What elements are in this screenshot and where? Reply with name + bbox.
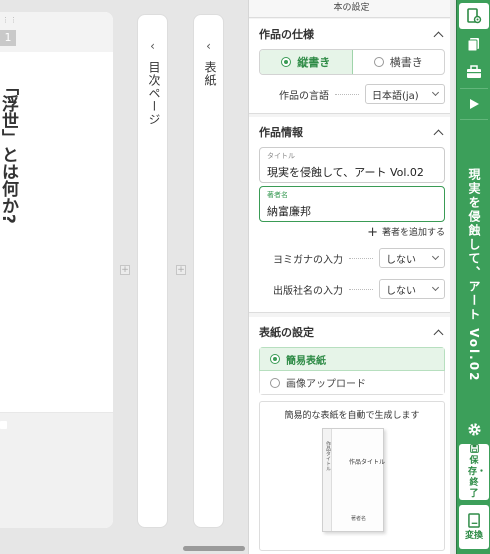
pages-button[interactable] xyxy=(459,32,489,56)
book-cover-title: 作品タイトル xyxy=(349,459,386,466)
radio-selected-icon xyxy=(281,57,292,67)
chevron-down-icon xyxy=(431,252,440,261)
chevron-left-icon[interactable]: ‹ xyxy=(194,39,223,53)
option-label: 簡易表紙 xyxy=(286,355,326,367)
plus-icon: + xyxy=(367,225,378,240)
language-select[interactable]: 日本語(ja) xyxy=(365,84,445,104)
toolbox-icon xyxy=(467,65,481,78)
settings-button[interactable] xyxy=(459,418,489,440)
furigana-row: ヨミガナの入力 しない xyxy=(259,244,445,272)
dotted-leader xyxy=(335,93,359,95)
section-title: 作品情報 xyxy=(259,126,303,139)
note-icon[interactable] xyxy=(0,421,7,429)
drag-handle-icon[interactable]: ⋮⋮ xyxy=(2,17,18,24)
book-settings-button[interactable] xyxy=(459,3,489,29)
panel-title: 本の設定 xyxy=(249,0,454,18)
chevron-down-icon xyxy=(431,88,440,97)
cover-preview: 簡易的な表紙を自動で生成します 作品タイトル 作品タイトル 著者名 xyxy=(259,401,445,551)
field-label: タイトル xyxy=(267,152,295,160)
book-cover-preview-image: 作品タイトル 作品タイトル 著者名 xyxy=(322,428,386,532)
section-title: 表紙の設定 xyxy=(259,326,314,339)
field-value: 納富廉邦 xyxy=(267,205,311,218)
title-field[interactable]: タイトル 現実を侵蝕して、アート Vol.02 xyxy=(259,147,445,183)
collapse-icon[interactable] xyxy=(433,129,444,139)
convert-book-icon xyxy=(467,512,480,528)
pages-icon xyxy=(467,37,479,51)
add-author-button[interactable]: + 著者を追加する xyxy=(259,222,445,244)
book-settings-icon xyxy=(467,8,482,24)
panel-scrollbar[interactable] xyxy=(450,0,454,554)
writing-direction-toggle: 縦書き 横書き xyxy=(259,49,445,75)
publisher-select[interactable]: しない xyxy=(379,279,445,299)
cover-section-header[interactable]: 表紙の設定 xyxy=(259,317,445,347)
preview-play-icon xyxy=(470,99,479,109)
dotted-leader xyxy=(349,257,373,259)
cover-caption: 簡易的な表紙を自動で生成します xyxy=(284,411,420,421)
book-title-vertical: 現実を侵蝕して、アート Vol.02 xyxy=(467,168,481,383)
option-label: 横書き xyxy=(389,56,423,69)
dotted-leader xyxy=(349,288,373,290)
save-exit-button[interactable]: 保存・終了 xyxy=(459,444,489,500)
radio-icon xyxy=(270,377,280,388)
cover-page-card[interactable]: ‹ 表紙 xyxy=(193,14,224,528)
radio-icon xyxy=(373,57,384,67)
page-number: 1 xyxy=(0,30,16,46)
cover-page-label: 表紙 xyxy=(203,61,217,87)
page-heading-text: 「浮世」とは何か? xyxy=(0,78,18,224)
book-settings-panel: 本の設定 作品の仕様 縦書き 横書き 作品の言語 日本語(ja) 作品情報 タイ… xyxy=(248,0,454,554)
page-header: ⋮⋮ 1 xyxy=(0,12,113,52)
chevron-down-icon xyxy=(431,283,440,292)
field-label: 著者名 xyxy=(267,191,288,199)
publisher-row: 出版社名の入力 しない xyxy=(259,274,445,304)
insert-page-button[interactable]: + xyxy=(176,265,186,275)
select-value: しない xyxy=(386,254,416,266)
book-cover-author: 著者名 xyxy=(351,516,367,522)
horizontal-writing-option[interactable]: 横書き xyxy=(353,50,445,74)
toc-page-label: 目次ページ xyxy=(147,61,161,126)
image-upload-option[interactable]: 画像アップロード xyxy=(259,371,445,395)
publisher-label: 出版社名の入力 xyxy=(273,285,343,297)
insert-page-button[interactable]: + xyxy=(120,265,130,275)
collapse-icon[interactable] xyxy=(433,329,444,339)
option-label: 縦書き xyxy=(297,56,331,69)
button-label: 著者を追加する xyxy=(381,228,445,238)
vertical-writing-option[interactable]: 縦書き xyxy=(260,50,353,74)
toolbar-divider xyxy=(460,88,488,89)
spec-section: 作品の仕様 縦書き 横書き 作品の言語 日本語(ja) xyxy=(249,19,454,114)
select-value: しない xyxy=(386,285,416,297)
radio-selected-icon xyxy=(270,354,280,364)
horizontal-scrollbar[interactable] xyxy=(183,546,245,551)
gear-icon xyxy=(467,422,481,436)
language-label: 作品の言語 xyxy=(279,90,329,102)
save-exit-label: 保存・終了 xyxy=(468,456,487,499)
cover-type-radio-group: 簡易表紙 画像アップロード xyxy=(259,347,445,395)
book-spine-title: 作品タイトル xyxy=(325,441,331,471)
save-icon xyxy=(469,444,479,453)
toolbox-button[interactable] xyxy=(459,60,489,84)
toolbar-divider xyxy=(460,119,488,120)
convert-button[interactable]: 変換 xyxy=(459,505,489,549)
book-info-section: 作品情報 タイトル 現実を侵蝕して、アート Vol.02 著者名 納富廉邦 + 著… xyxy=(249,117,454,313)
furigana-label: ヨミガナの入力 xyxy=(273,254,343,266)
chevron-left-icon[interactable]: ‹ xyxy=(138,39,167,53)
simple-cover-option[interactable]: 簡易表紙 xyxy=(259,347,445,371)
right-toolbar: 現実を侵蝕して、アート Vol.02 保存・終了 変換 xyxy=(456,0,490,554)
page-footer xyxy=(0,412,113,528)
cover-settings-section: 表紙の設定 簡易表紙 画像アップロード 簡易的な表紙を自動で生成します 作品タイ… xyxy=(249,317,454,554)
furigana-select[interactable]: しない xyxy=(379,248,445,268)
page-card[interactable]: ⋮⋮ 1 「浮世」とは何か? xyxy=(0,12,113,528)
option-label: 画像アップロード xyxy=(286,379,366,390)
info-section-header[interactable]: 作品情報 xyxy=(259,117,445,147)
convert-label: 変換 xyxy=(464,530,483,541)
select-value: 日本語(ja) xyxy=(372,90,419,102)
toc-page-card[interactable]: ‹ 目次ページ xyxy=(137,14,168,528)
spec-section-header[interactable]: 作品の仕様 xyxy=(259,19,445,49)
collapse-icon[interactable] xyxy=(433,31,444,41)
section-title: 作品の仕様 xyxy=(259,28,314,41)
author-field[interactable]: 著者名 納富廉邦 xyxy=(259,186,445,222)
language-row: 作品の言語 日本語(ja) xyxy=(259,83,445,105)
preview-button[interactable] xyxy=(459,93,489,115)
field-value: 現実を侵蝕して、アート Vol.02 xyxy=(267,166,424,179)
